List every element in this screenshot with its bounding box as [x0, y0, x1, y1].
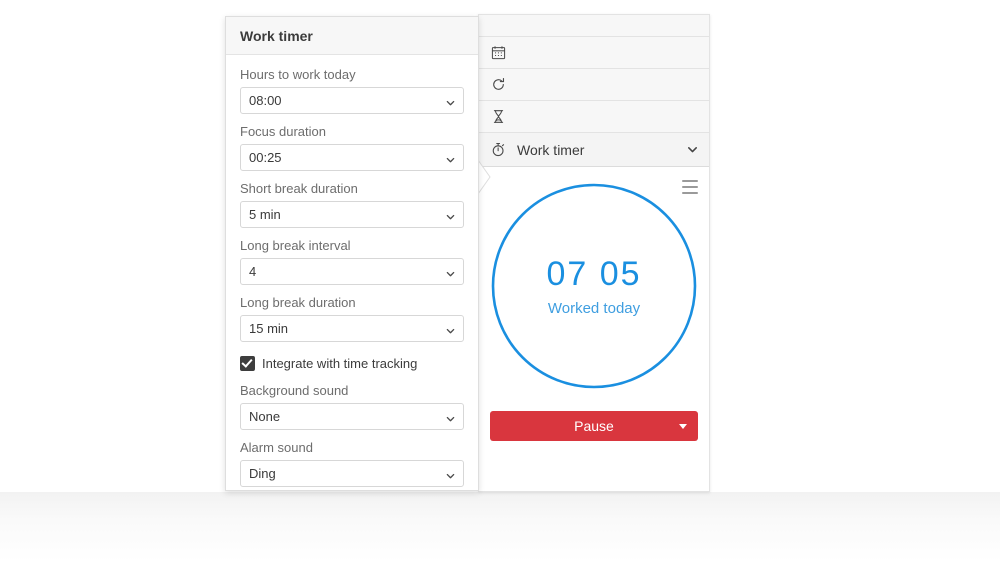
settings-panel-title: Work timer — [240, 27, 313, 44]
select-short-break-duration[interactable]: 5 min — [240, 201, 464, 228]
select-background-sound[interactable]: None — [240, 403, 464, 430]
field-long-break-duration: Long break duration 15 min — [240, 295, 464, 342]
widget-row-work-timer-label: Work timer — [517, 141, 585, 158]
calendar-icon — [489, 44, 507, 62]
label-alarm-sound: Alarm sound — [240, 440, 313, 455]
widget-row-refresh[interactable] — [479, 69, 709, 101]
field-background-sound: Background sound None — [240, 383, 464, 430]
widget-column: Work timer 07 05 Worked today Pause — [478, 14, 710, 492]
chevron-down-icon[interactable] — [685, 143, 699, 157]
select-wrap-short-break-duration: 5 min — [240, 201, 464, 228]
timer-action-bar: Pause — [490, 411, 698, 441]
label-long-break-interval: Long break interval — [240, 238, 351, 253]
field-integrate-with-time-tracking: Integrate with time tracking — [240, 356, 464, 371]
label-focus-duration: Focus duration — [240, 124, 326, 139]
select-wrap-background-sound: None — [240, 403, 464, 430]
pause-button[interactable]: Pause — [490, 411, 698, 441]
widget-row-hourglass[interactable] — [479, 101, 709, 133]
select-wrap-alarm-sound: Ding — [240, 460, 464, 487]
work-timer-settings-panel: Work timer Hours to work today 08:00 Foc… — [225, 16, 479, 491]
widget-column-top-strip — [479, 15, 709, 37]
work-timer-body: 07 05 Worked today Pause — [479, 167, 709, 479]
pause-dropdown-button[interactable] — [668, 411, 698, 441]
widget-row-work-timer[interactable]: Work timer — [479, 133, 709, 167]
label-short-break-duration: Short break duration — [240, 181, 358, 196]
select-wrap-long-break-interval: 4 — [240, 258, 464, 285]
field-short-break-duration: Short break duration 5 min — [240, 181, 464, 228]
panel-pointer-caret — [477, 159, 491, 195]
settings-panel-body: Hours to work today 08:00 Focus duration… — [226, 55, 478, 487]
select-wrap-focus-duration: 00:25 — [240, 144, 464, 171]
select-alarm-sound[interactable]: Ding — [240, 460, 464, 487]
label-long-break-duration: Long break duration — [240, 295, 356, 310]
app-root: Work timer 07 05 Worked today Pause Work… — [0, 0, 1000, 562]
field-long-break-interval: Long break interval 4 — [240, 238, 464, 285]
select-focus-duration[interactable]: 00:25 — [240, 144, 464, 171]
select-hours-to-work-today[interactable]: 08:00 — [240, 87, 464, 114]
timer-dial[interactable]: 07 05 Worked today — [490, 182, 698, 390]
field-focus-duration: Focus duration 00:25 — [240, 124, 464, 171]
widget-row-calendar[interactable] — [479, 37, 709, 69]
integrate-time-tracking-checkbox[interactable] — [240, 356, 255, 371]
timer-ring — [491, 183, 697, 389]
select-wrap-long-break-duration: 15 min — [240, 315, 464, 342]
refresh-icon — [489, 76, 507, 94]
page-background-shade — [0, 492, 1000, 562]
caret-down-icon — [679, 423, 687, 429]
hourglass-icon — [489, 108, 507, 126]
label-hours-to-work-today: Hours to work today — [240, 67, 356, 82]
select-long-break-duration[interactable]: 15 min — [240, 315, 464, 342]
select-long-break-interval[interactable]: 4 — [240, 258, 464, 285]
stopwatch-icon — [489, 141, 507, 159]
label-background-sound: Background sound — [240, 383, 349, 398]
field-alarm-sound: Alarm sound Ding — [240, 440, 464, 487]
select-wrap-hours-to-work-today: 08:00 — [240, 87, 464, 114]
field-hours-to-work-today: Hours to work today 08:00 — [240, 67, 464, 114]
settings-panel-header: Work timer — [226, 17, 478, 55]
integrate-time-tracking-label[interactable]: Integrate with time tracking — [262, 356, 417, 371]
